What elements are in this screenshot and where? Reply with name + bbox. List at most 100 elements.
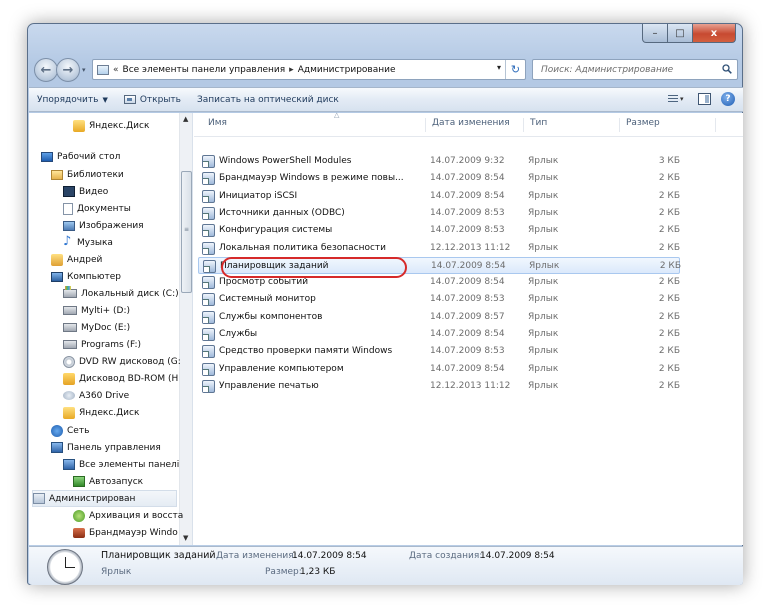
sidebar-item[interactable]: Музыка [63, 234, 113, 251]
sidebar-item[interactable]: Яндекс.Диск [63, 404, 139, 421]
minimize-button[interactable]: – [642, 24, 668, 43]
sidebar-item-label: Рабочий стол [57, 151, 121, 162]
breadcrumb-separator[interactable]: ▸ [289, 65, 294, 75]
sidebar-item[interactable]: Андрей [51, 251, 102, 268]
table-row[interactable]: Просмотр событий 14.07.2009 8:54 Ярлык 2 КБ [198, 274, 680, 291]
sidebar-item[interactable]: Компьютер [51, 268, 121, 285]
music-icon [63, 234, 73, 249]
file-name-label: Средство проверки памяти Windows [219, 346, 393, 357]
shortcut-icon [202, 189, 215, 203]
file-name: Источники данных (ODBC) [202, 205, 416, 222]
video-icon [63, 186, 75, 197]
sidebar-item[interactable]: Панель управления [51, 439, 161, 456]
address-bar[interactable]: « Все элементы панели управления ▸ Админ… [92, 59, 526, 80]
table-row[interactable]: Локальная политика безопасности 12.12.201… [198, 240, 680, 257]
sidebar-item[interactable]: Programs (F:) [63, 336, 141, 353]
file-name-label: Windows PowerShell Modules [219, 156, 352, 166]
sidebar-item[interactable]: A360 Drive [63, 387, 129, 404]
sidebar-item-label: Все элементы панелі [79, 459, 180, 470]
navigation-scrollbar[interactable]: ▲ ≡ ▼ [179, 113, 192, 545]
organize-menu-button[interactable]: Упорядочить ▼ [29, 88, 116, 111]
sidebar-item[interactable]: Документы [63, 200, 131, 217]
preview-pane-button[interactable] [698, 93, 711, 105]
table-row[interactable]: Управление компьютером 14.07.2009 8:54 Ярл… [198, 361, 680, 378]
sidebar-item-label: Автозапуск [89, 476, 144, 487]
breadcrumb-item-administration[interactable]: Администрирование [298, 65, 396, 75]
search-box[interactable] [532, 59, 738, 80]
help-button[interactable]: ? [721, 92, 735, 106]
file-size: 2 КБ [658, 329, 680, 339]
shortcut-icon [202, 206, 215, 220]
sidebar-item[interactable]: DVD RW дисковод (G: [63, 353, 181, 370]
address-dropdown-button[interactable]: ▾ [497, 63, 501, 72]
close-button[interactable]: x [693, 24, 736, 43]
table-row[interactable]: Службы компонентов 14.07.2009 8:57 Ярлык 2 … [198, 309, 680, 326]
table-row[interactable]: Управление печатью 12.12.2013 11:12 Ярлык 2… [198, 378, 680, 395]
scroll-up-icon[interactable]: ▲ [183, 115, 188, 123]
sidebar-item[interactable]: Архивация и восста [73, 507, 183, 524]
breadcrumb-item-all-control-panel[interactable]: Все элементы панели управления [123, 65, 286, 75]
forward-button[interactable]: → [56, 58, 80, 82]
open-label: Открыть [139, 94, 181, 105]
table-row[interactable]: Планировщик заданий 14.07.2009 8:54 Ярлык 2… [198, 256, 681, 274]
file-type: Ярлык [528, 380, 559, 391]
file-date: 14.07.2009 8:54 [431, 260, 506, 271]
arrow-right-icon: → [62, 62, 74, 78]
sidebar-item[interactable]: Локальный диск (C:) [63, 285, 179, 302]
file-name: Системный монитор [202, 291, 416, 308]
recent-pages-dropdown[interactable]: ▾ [82, 66, 86, 74]
shortcut-icon [202, 241, 215, 255]
file-name: Брандмауэр Windows в режиме повы... [202, 170, 416, 187]
sidebar-item[interactable]: Библиотеки [51, 166, 124, 183]
scroll-down-icon[interactable]: ▼ [183, 534, 188, 542]
table-row[interactable]: Источники данных (ODBC) 14.07.2009 8:53 Яр… [198, 205, 680, 222]
table-row[interactable]: Конфигурация системы 14.07.2009 8:53 Ярлык… [198, 222, 680, 239]
table-row[interactable]: Средство проверки памяти Windows 14.07.20… [198, 343, 680, 360]
file-type: Ярлык [528, 329, 559, 339]
file-name: Windows PowerShell Modules [202, 153, 416, 170]
refresh-button[interactable]: ↻ [505, 60, 525, 79]
burn-disc-button[interactable]: Записать на оптический диск [189, 88, 347, 111]
sidebar-item[interactable]: Автозапуск [73, 473, 143, 490]
change-view-button[interactable]: ▾ [668, 92, 688, 106]
table-row[interactable]: Инициатор iSCSI 14.07.2009 8:54 Ярлык 2 КБ [198, 188, 680, 205]
sidebar-item[interactable]: Сеть [51, 422, 89, 439]
column-header-size[interactable]: Размер [620, 118, 716, 132]
sidebar-item[interactable]: Администрирован [32, 490, 177, 507]
table-row[interactable]: Брандмауэр Windows в режиме повы... 14.07… [198, 170, 680, 187]
backup-icon [73, 509, 85, 522]
back-button[interactable]: ← [34, 58, 58, 82]
sidebar-item[interactable]: Изображения [63, 217, 144, 234]
breadcrumb-overflow[interactable]: « [113, 65, 119, 75]
shortcut-icon [202, 310, 215, 324]
sidebar-item[interactable]: Видео [63, 183, 108, 200]
task-scheduler-clock-icon [47, 549, 83, 585]
table-row[interactable]: Системный монитор 14.07.2009 8:53 Ярлык 2 К… [198, 291, 680, 308]
organize-label: Упорядочить [37, 94, 99, 105]
search-icon[interactable] [722, 64, 732, 74]
sidebar-item[interactable]: Яндекс.Диск [73, 117, 149, 134]
sidebar-item[interactable]: Брандмауэр Windo [73, 524, 178, 541]
table-row[interactable]: Windows PowerShell Modules 14.07.2009 9:3… [198, 153, 680, 170]
table-row[interactable]: Службы 14.07.2009 8:54 Ярлык 2 КБ [198, 326, 680, 343]
sidebar-item[interactable]: MyDoc (E:) [63, 319, 130, 336]
file-name-label: Управление печатью [219, 380, 319, 391]
file-type: Ярлык [528, 311, 559, 322]
file-size: 2 КБ [658, 294, 680, 305]
file-date: 12.12.2013 11:12 [430, 242, 511, 253]
yadisk-icon [73, 119, 85, 132]
bd-icon [63, 372, 75, 385]
column-header-date[interactable]: Дата изменения [426, 118, 524, 132]
column-header-name[interactable]: Имя [202, 118, 426, 132]
sidebar-item[interactable]: Рабочий стол [41, 148, 120, 165]
column-header-type[interactable]: Тип [524, 118, 620, 132]
sidebar-item[interactable]: Дисковод BD-ROM (H [63, 370, 178, 387]
details-title: Планировщик заданий [101, 550, 216, 561]
sidebar-item-label: Яндекс.Диск [89, 120, 150, 131]
sidebar-item[interactable]: Mylti+ (D:) [63, 302, 130, 319]
shortcut-icon [203, 259, 216, 273]
maximize-button[interactable]: □ [668, 24, 693, 43]
sidebar-item[interactable]: Все элементы панелі [63, 456, 179, 473]
search-input[interactable] [541, 64, 711, 75]
open-button[interactable]: Открыть [116, 88, 189, 111]
